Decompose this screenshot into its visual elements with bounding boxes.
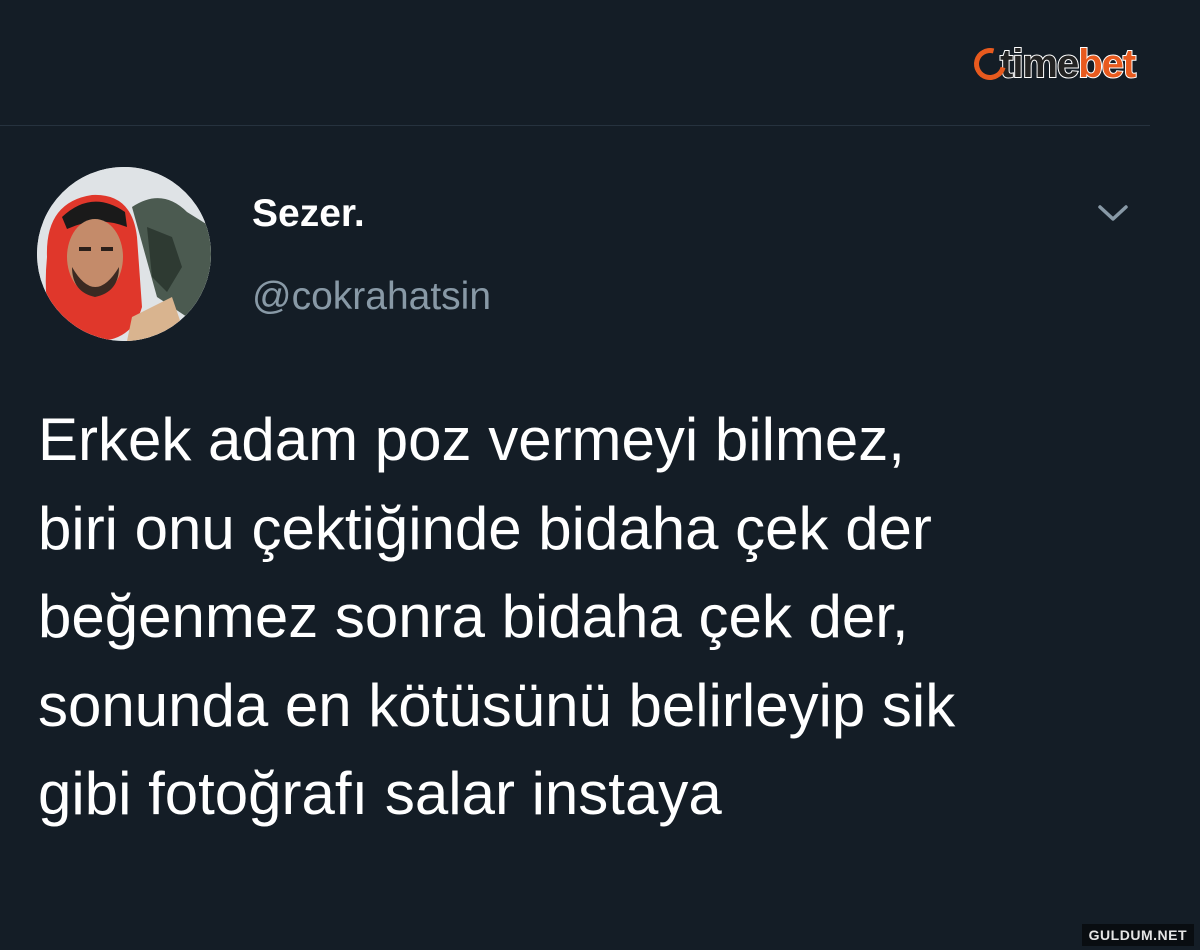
tweet-line: sonunda en kötüsünü belirleyip sik (38, 671, 956, 739)
brand-logo: timebet (968, 38, 1137, 90)
tweet-screenshot: timebet Sezer. @cokrahatsin Erkek adam p… (0, 0, 1200, 950)
avatar-photo (37, 167, 211, 341)
watermark: GULDUM.NET (1081, 924, 1194, 946)
display-name[interactable]: Sezer. (252, 192, 365, 236)
logo-text-bet: bet (1077, 41, 1137, 87)
tweet-line: beğenmez sonra bidaha çek der, (38, 583, 909, 650)
avatar[interactable] (37, 167, 211, 341)
tweet-text: Erkek adam poz vermeyi bilmez, biri onu … (38, 396, 1158, 839)
tweet-line: Erkek adam poz vermeyi bilmez, (38, 406, 905, 473)
tweet-line: gibi fotoğrafı salar instaya (38, 760, 722, 827)
header-bar: timebet (0, 0, 1150, 126)
tweet-line: biri onu çektiğinde bidaha çek der (38, 494, 932, 562)
chevron-down-icon[interactable] (1095, 200, 1131, 226)
logo-text-time: time (999, 41, 1080, 87)
user-handle[interactable]: @cokrahatsin (252, 275, 491, 319)
